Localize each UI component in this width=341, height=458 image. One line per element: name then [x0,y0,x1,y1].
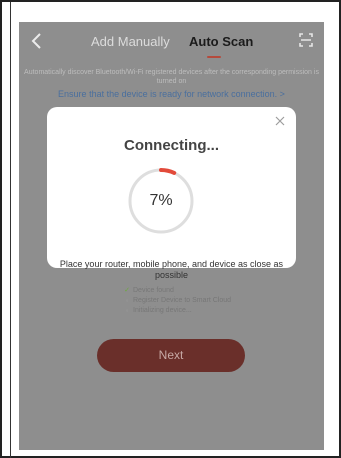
screenshot-frame: Add Manually Auto Scan Automatically dis… [0,0,341,458]
step-device-found: ✓ Device found [123,286,273,296]
tab-auto-scan[interactable]: Auto Scan [189,34,253,49]
progress-percent: 7% [149,192,173,209]
network-ready-link[interactable]: Ensure that the device is ready for netw… [19,89,324,99]
step-label: Initializing device... [133,307,192,314]
check-icon: ✓ [124,287,130,294]
step-register-cloud: ◦ Register Device to Smart Cloud [123,296,273,306]
active-tab-indicator [207,56,221,58]
connection-steps: ✓ Device found ◦ Register Device to Smar… [123,286,273,316]
step-label: Register Device to Smart Cloud [133,297,232,304]
dialog-title: Connecting... [124,137,219,154]
connecting-dialog: Connecting... 7% Place your router, mobi… [47,107,296,315]
next-button[interactable]: Next [97,339,245,372]
phone-screen: Add Manually Auto Scan Automatically dis… [19,22,324,450]
left-divider [10,2,11,458]
bullet-icon: ◦ [125,296,129,305]
step-initializing: ◦ Initializing device... [123,306,273,316]
top-bar: Add Manually Auto Scan [19,22,324,64]
step-label: Device found [133,287,174,294]
back-icon[interactable] [29,31,45,51]
tab-add-manually[interactable]: Add Manually [91,34,170,49]
bullet-icon: ◦ [125,306,129,315]
scan-icon[interactable] [298,32,314,48]
close-icon[interactable] [274,115,286,127]
discovery-description: Automatically discover Bluetooth/Wi-Fi r… [24,69,319,85]
placement-hint: Place your router, mobile phone, and dev… [59,259,284,280]
